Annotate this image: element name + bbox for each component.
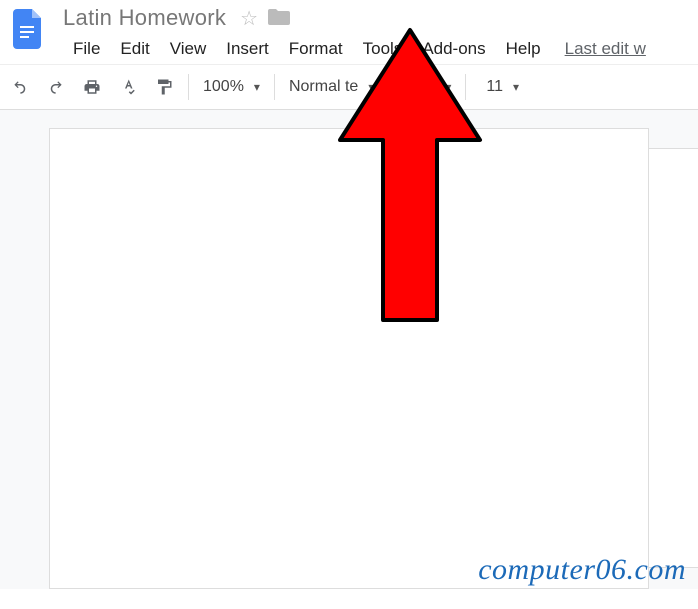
fontsize-value: 11 — [486, 78, 503, 96]
font-value: Arial — [403, 78, 435, 96]
menu-tools[interactable]: Tools — [353, 35, 413, 63]
folder-icon[interactable] — [268, 5, 290, 31]
chevron-down-icon: ▾ — [368, 80, 374, 94]
menu-view[interactable]: View — [160, 35, 217, 63]
style-value: Normal te — [289, 78, 358, 96]
separator — [388, 74, 389, 100]
watermark-text: computer06.com — [478, 553, 686, 587]
google-docs-logo-icon — [8, 4, 48, 54]
separator — [188, 74, 189, 100]
zoom-dropdown[interactable]: 100% ▾ — [195, 69, 268, 105]
menu-help[interactable]: Help — [496, 35, 551, 63]
last-edit-link[interactable]: Last edit w — [565, 39, 646, 59]
document-title[interactable]: Latin Homework — [63, 5, 226, 31]
chevron-down-icon: ▾ — [445, 80, 451, 94]
menu-file[interactable]: File — [63, 35, 110, 63]
chevron-down-icon: ▾ — [513, 80, 519, 94]
menu-bar: File Edit View Insert Format Tools Add-o… — [63, 34, 698, 64]
menu-addons[interactable]: Add-ons — [412, 35, 495, 63]
menu-insert[interactable]: Insert — [216, 35, 279, 63]
document-page — [648, 148, 698, 568]
separator — [465, 74, 466, 100]
document-page[interactable] — [49, 128, 649, 589]
print-button[interactable] — [74, 69, 110, 105]
star-icon[interactable]: ☆ — [240, 6, 258, 31]
toolbar: 100% ▾ Normal te ▾ Arial ▾ 11 ▾ — [0, 64, 698, 110]
fontsize-dropdown[interactable]: 11 ▾ — [472, 69, 533, 105]
document-canvas — [0, 110, 698, 589]
font-dropdown[interactable]: Arial ▾ — [395, 69, 459, 105]
spellcheck-button[interactable] — [110, 69, 146, 105]
style-dropdown[interactable]: Normal te ▾ — [281, 69, 382, 105]
chevron-down-icon: ▾ — [254, 80, 260, 94]
zoom-value: 100% — [203, 78, 244, 96]
menu-format[interactable]: Format — [279, 35, 353, 63]
separator — [274, 74, 275, 100]
undo-button[interactable] — [2, 69, 38, 105]
paint-format-button[interactable] — [146, 69, 182, 105]
menu-edit[interactable]: Edit — [110, 35, 159, 63]
redo-button[interactable] — [38, 69, 74, 105]
